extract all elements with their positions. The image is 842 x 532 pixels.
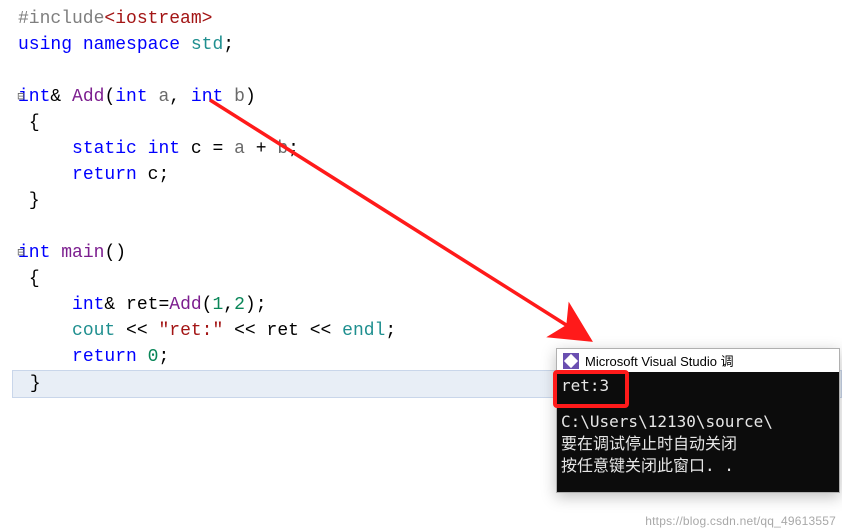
console-title: Microsoft Visual Studio 调 <box>585 351 734 370</box>
code-blank <box>14 58 842 84</box>
fold-icon[interactable]: ⊟ <box>16 240 26 266</box>
code-line: ⊟int main() <box>14 240 842 266</box>
ns-std: std <box>191 35 223 55</box>
code-line: ⊟int& Add(int a, int b) <box>14 84 842 110</box>
code-line: #include<iostream> <box>14 6 842 32</box>
code-line: int& ret=Add(1,2); <box>14 292 842 318</box>
code-line: static int c = a + b; <box>14 136 842 162</box>
fn-add: Add <box>72 87 104 107</box>
console-window[interactable]: Microsoft Visual Studio 调 ret:3 C:\Users… <box>556 348 840 493</box>
code-line: return c; <box>14 162 842 188</box>
console-msg: 要在调试停止时自动关闭 <box>561 433 835 455</box>
kw-using: using <box>18 35 72 55</box>
fn-main: main <box>61 243 104 263</box>
code-editor[interactable]: #include<iostream> using namespace std; … <box>0 0 842 404</box>
code-line: } <box>14 188 842 214</box>
code-line: { <box>14 110 842 136</box>
code-line: { <box>14 266 842 292</box>
console-output: ret:3 <box>561 375 835 397</box>
code-line: cout << "ret:" << ret << endl; <box>14 318 842 344</box>
visual-studio-icon <box>563 353 579 369</box>
include-header: <iostream> <box>104 9 212 29</box>
console-body[interactable]: ret:3 C:\Users\12130\source\ 要在调试停止时自动关闭… <box>557 372 839 492</box>
console-titlebar[interactable]: Microsoft Visual Studio 调 <box>557 349 839 372</box>
watermark-text: https://blog.csdn.net/qq_49613557 <box>645 514 836 528</box>
kw-namespace: namespace <box>83 35 180 55</box>
console-path: C:\Users\12130\source\ <box>561 411 835 433</box>
code-line: using namespace std; <box>14 32 842 58</box>
preproc-directive: #include <box>18 9 104 29</box>
fold-icon[interactable]: ⊟ <box>16 84 26 110</box>
code-blank <box>14 214 842 240</box>
console-msg: 按任意键关闭此窗口. . <box>561 455 835 477</box>
